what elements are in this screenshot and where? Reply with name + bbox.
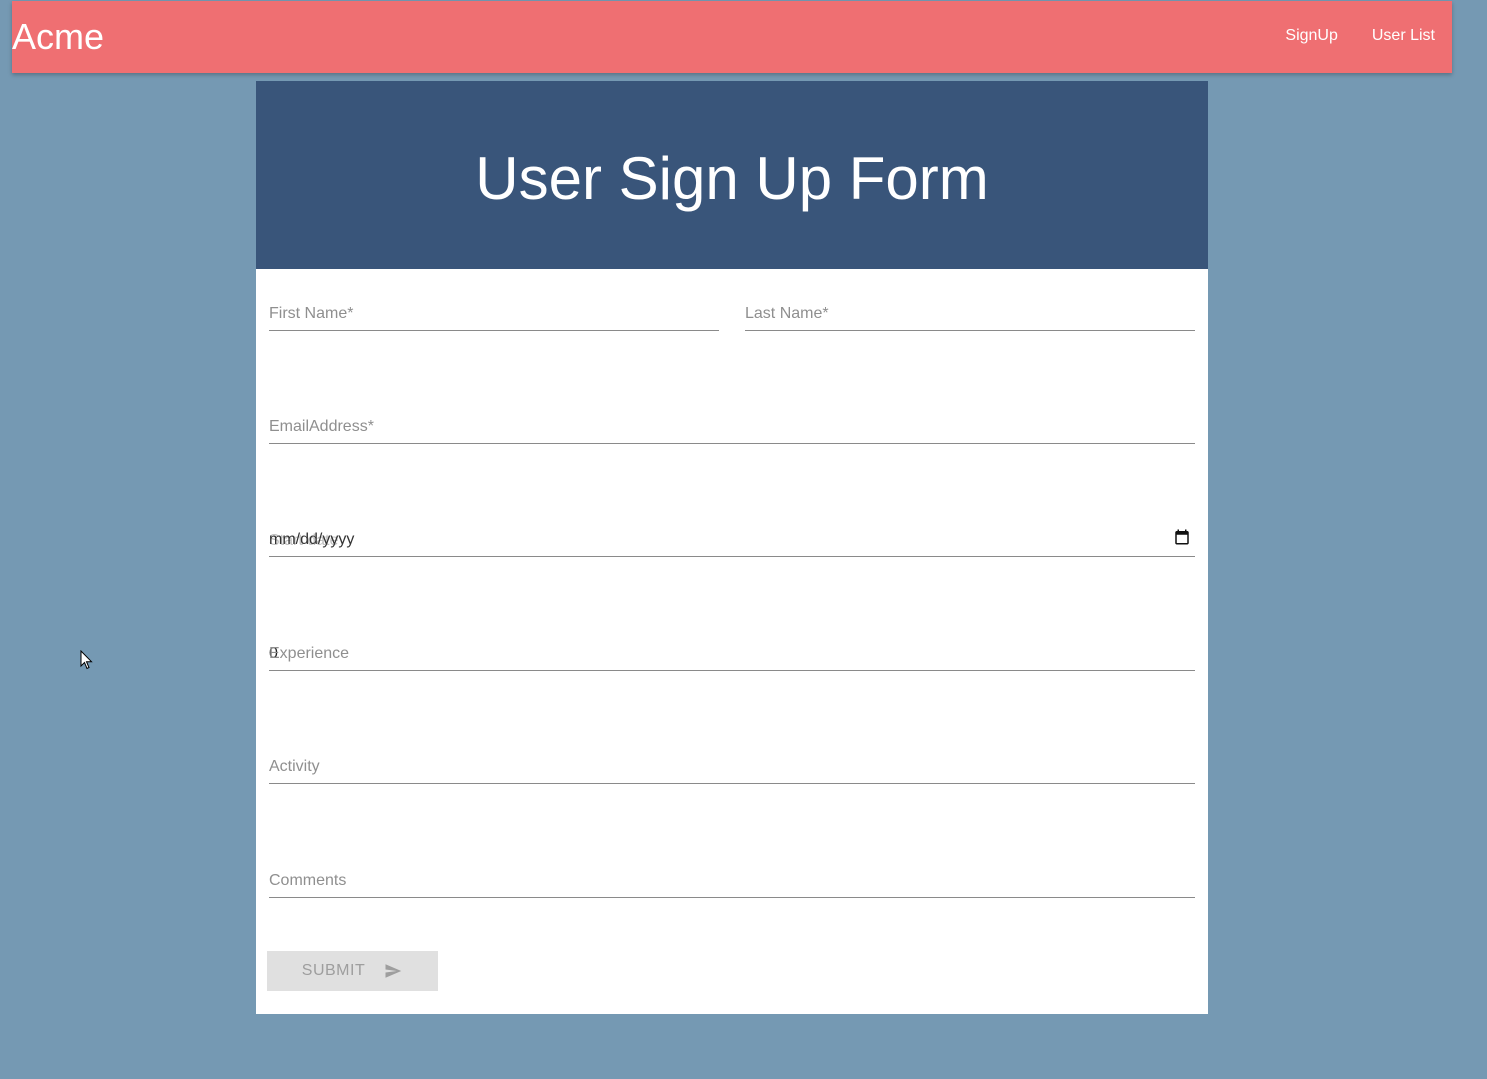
first-name-field[interactable]: First Name* xyxy=(269,304,719,331)
submit-button[interactable]: SUBMIT xyxy=(267,951,438,991)
experience-label: Experience xyxy=(269,645,350,662)
comments-field[interactable]: Comments xyxy=(269,871,1195,898)
calendar-icon[interactable] xyxy=(1173,528,1191,546)
comments-label: Comments xyxy=(269,872,347,889)
signup-form-card: User Sign Up Form First Name* Last Name*… xyxy=(256,81,1208,1014)
activity-field[interactable]: Activity xyxy=(269,757,1195,784)
last-name-field[interactable]: Last Name* xyxy=(745,304,1195,331)
last-name-label: Last Name* xyxy=(745,305,829,322)
email-label: EmailAddress* xyxy=(269,418,374,435)
date-field[interactable]: Start date mm/dd/yyyy xyxy=(269,528,1195,557)
form-header: User Sign Up Form xyxy=(256,81,1208,269)
brand-logo[interactable]: Acme xyxy=(12,15,104,59)
form-title: User Sign Up Form xyxy=(475,145,989,212)
top-nav: SignUp User List xyxy=(1285,27,1435,45)
mouse-cursor-icon xyxy=(80,650,93,670)
first-name-label: First Name* xyxy=(269,305,354,322)
nav-user-list-link[interactable]: User List xyxy=(1372,27,1435,45)
app-bar: Acme SignUp User List xyxy=(12,1,1452,73)
email-field[interactable]: EmailAddress* xyxy=(269,417,1195,444)
submit-label: SUBMIT xyxy=(301,962,366,979)
send-icon xyxy=(385,964,402,978)
experience-field[interactable]: 0 Experience xyxy=(269,644,1195,671)
nav-signup-link[interactable]: SignUp xyxy=(1285,27,1337,45)
date-placeholder: mm/dd/yyyy xyxy=(269,531,355,548)
activity-label: Activity xyxy=(269,758,320,775)
